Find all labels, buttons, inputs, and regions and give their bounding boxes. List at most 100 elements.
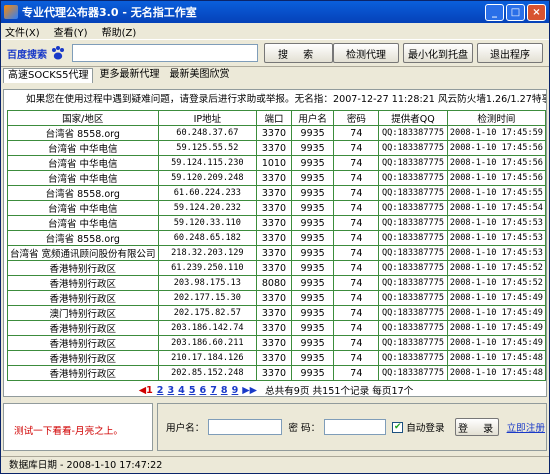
toolbar: 百度搜索 搜 索 检测代理 最小化到托盘 退出程序 [1, 39, 549, 67]
cell-password: 74 [333, 260, 380, 276]
table-row[interactable]: 香港特别行政区 61.239.250.110 3370 9935 74 QQ:183387… [7, 260, 547, 276]
search-input[interactable] [72, 44, 259, 62]
title-bar[interactable]: 专业代理公布器3.0 - 无名指工作室 _ □ × [1, 1, 549, 23]
cell-password: 74 [333, 200, 380, 216]
col-check-time[interactable]: 检测时间 [446, 110, 547, 126]
col-region[interactable]: 国家/地区 [7, 110, 159, 126]
cell-password: 74 [333, 155, 380, 171]
page-link-2[interactable]: 2 [157, 385, 164, 396]
detect-proxy-button[interactable]: 检测代理 [333, 43, 399, 63]
password-field[interactable] [324, 419, 387, 435]
cell-ip: 60.248.37.67 [157, 125, 258, 141]
tab-pictures[interactable]: 最新美图欣赏 [165, 68, 233, 83]
cell-ip: 59.120.209.248 [157, 170, 258, 186]
cell-check-time: 2008-1-10 17:45:49 [446, 290, 547, 306]
cell-port: 3370 [256, 230, 292, 246]
menu-view[interactable]: 查看(Y) [54, 24, 88, 39]
username-field[interactable] [208, 419, 283, 435]
page-link-7[interactable]: 7 [210, 385, 217, 396]
maximize-icon[interactable]: □ [506, 3, 525, 21]
page-link-6[interactable]: 6 [200, 385, 207, 396]
cell-username: 9935 [290, 200, 335, 216]
menu-file[interactable]: 文件(X) [5, 24, 40, 39]
tab-more-proxies[interactable]: 更多最新代理 [95, 68, 163, 83]
status-bar: 数据库日期 - 2008-1-10 17:47:22 [1, 456, 549, 474]
cell-username: 9935 [290, 290, 335, 306]
cell-provider-qq: QQ:183387775 [378, 305, 448, 321]
col-ip[interactable]: IP地址 [157, 110, 258, 126]
cell-ip: 202.175.82.57 [157, 305, 258, 321]
autologin-checkbox[interactable]: ✔ [392, 421, 404, 433]
cell-ip: 203.98.175.13 [157, 275, 258, 291]
table-row[interactable]: 香港特别行政区 210.17.184.126 3370 9935 74 QQ:183387… [7, 350, 547, 366]
baidu-search-logo: 百度搜索 [7, 45, 66, 61]
page-link-3[interactable]: 3 [167, 385, 174, 396]
table-row[interactable]: 香港特别行政区 202.85.152.248 3370 9935 74 QQ:183387… [7, 365, 547, 381]
cell-password: 74 [333, 215, 380, 231]
col-username[interactable]: 用户名 [290, 110, 335, 126]
col-password[interactable]: 密码 [333, 110, 380, 126]
table-row[interactable]: 澳门特别行政区 202.175.82.57 3370 9935 74 QQ:1833877… [7, 305, 547, 321]
table-row[interactable]: 台湾省 8558.org 60.248.65.182 3370 9935 74 QQ:18… [7, 230, 547, 246]
cell-username: 9935 [290, 335, 335, 351]
cell-provider-qq: QQ:183387775 [378, 155, 448, 171]
cell-password: 74 [333, 350, 380, 366]
page-link-5[interactable]: 5 [189, 385, 196, 396]
table-row[interactable]: 香港特别行政区 203.186.60.211 3370 9935 74 QQ:183387… [7, 335, 547, 351]
cell-password: 74 [333, 320, 380, 336]
cell-region: 香港特别行政区 [7, 335, 159, 351]
cell-ip: 59.125.55.52 [157, 140, 258, 156]
tab-bar: 高速SOCKS5代理 更多最新代理 最新美图欣赏 [1, 67, 549, 83]
cell-password: 74 [333, 230, 380, 246]
page-first[interactable]: ◀1 [139, 385, 153, 396]
cell-port: 3370 [256, 260, 292, 276]
col-provider-qq[interactable]: 提供者QQ [378, 110, 448, 126]
minimize-to-tray-button[interactable]: 最小化到托盘 [403, 43, 473, 63]
cell-ip: 59.124.115.230 [157, 155, 258, 171]
table-row[interactable]: 香港特别行政区 202.177.15.30 3370 9935 74 QQ:1833877… [7, 290, 547, 306]
table-row[interactable]: 台湾省 中华电信 59.124.115.230 1010 9935 74 QQ:18338… [7, 155, 547, 171]
search-button[interactable]: 搜 索 [264, 43, 333, 63]
table-row[interactable]: 台湾省 宽频通讯顾问股份有限公司 218.32.203.129 3370 9935 74… [7, 245, 547, 261]
table-row[interactable]: 台湾省 8558.org 61.60.224.233 3370 9935 74 QQ:18… [7, 185, 547, 201]
app-window: 专业代理公布器3.0 - 无名指工作室 _ □ × 文件(X) 查看(Y) 帮助… [0, 0, 550, 474]
cell-username: 9935 [290, 305, 335, 321]
app-icon [4, 5, 18, 19]
table-row[interactable]: 香港特别行政区 203.186.142.74 3370 9935 74 QQ:183387… [7, 320, 547, 336]
table-row[interactable]: 台湾省 中华电信 59.120.209.248 3370 9935 74 QQ:18338… [7, 170, 547, 186]
cell-provider-qq: QQ:183387775 [378, 350, 448, 366]
cell-region: 台湾省 8558.org [7, 185, 159, 201]
menu-help[interactable]: 帮助(Z) [102, 24, 137, 39]
page-link-9[interactable]: 9 [232, 385, 239, 396]
tab-socks5[interactable]: 高速SOCKS5代理 [3, 68, 94, 83]
cell-provider-qq: QQ:183387775 [378, 335, 448, 351]
close-icon[interactable]: × [527, 3, 546, 21]
cell-check-time: 2008-1-10 17:45:49 [446, 305, 547, 321]
cell-password: 74 [333, 290, 380, 306]
page-link-4[interactable]: 4 [178, 385, 185, 396]
bottom-area: 测试一下看看-月亮之上。 用户名： 密 码： ✔ 自动登录 登 录 立即注册 [3, 403, 547, 453]
table-row[interactable]: 台湾省 中华电信 59.124.20.232 3370 9935 74 QQ:183387… [7, 200, 547, 216]
minimize-icon[interactable]: _ [485, 3, 504, 21]
login-button[interactable]: 登 录 [454, 418, 499, 436]
table-row[interactable]: 香港特别行政区 203.98.175.13 8080 9935 74 QQ:1833877… [7, 275, 547, 291]
cell-port: 3370 [256, 140, 292, 156]
exit-button[interactable]: 退出程序 [477, 43, 543, 63]
cell-port: 3370 [256, 200, 292, 216]
cell-port: 3370 [256, 305, 292, 321]
register-link[interactable]: 立即注册 [507, 420, 545, 434]
username-label: 用户名： [166, 423, 205, 434]
table-row[interactable]: 台湾省 8558.org 60.248.37.67 3370 9935 74 QQ:183… [7, 125, 547, 141]
page-next[interactable]: ▶▶ [242, 385, 257, 396]
col-port[interactable]: 端口 [256, 110, 292, 126]
cell-region: 台湾省 中华电信 [7, 215, 159, 231]
cell-check-time: 2008-1-10 17:45:55 [446, 185, 547, 201]
cell-region: 香港特别行政区 [7, 350, 159, 366]
proxy-table: 国家/地区 IP地址 端口 用户名 密码 提供者QQ 检测时间 台湾省 8558… [7, 110, 547, 381]
table-row[interactable]: 台湾省 中华电信 59.120.33.110 3370 9935 74 QQ:183387… [7, 215, 547, 231]
cell-region: 澳门特别行政区 [7, 305, 159, 321]
cell-ip: 59.120.33.110 [157, 215, 258, 231]
table-row[interactable]: 台湾省 中华电信 59.125.55.52 3370 9935 74 QQ:1833877… [7, 140, 547, 156]
page-link-8[interactable]: 8 [221, 385, 228, 396]
cell-provider-qq: QQ:183387775 [378, 140, 448, 156]
